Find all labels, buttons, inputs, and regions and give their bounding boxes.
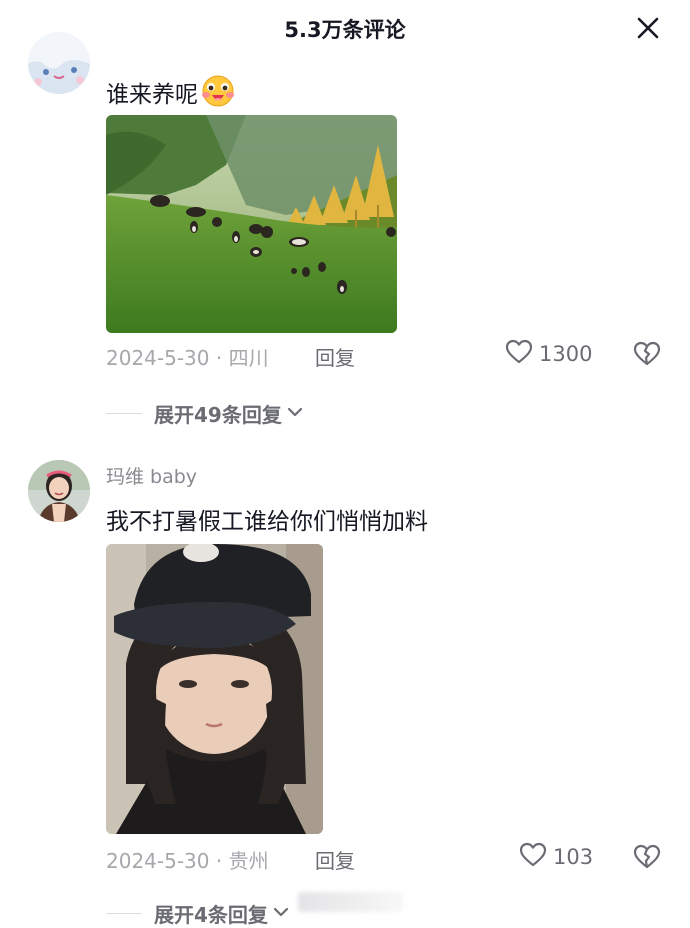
like-count: 1300: [539, 342, 593, 366]
reply-button[interactable]: 回复: [315, 845, 355, 874]
expand-replies-label: 展开49条回复: [154, 402, 282, 427]
chevron-down-icon: [286, 404, 304, 423]
meadow-with-grazing-yaks-photo[interactable]: [106, 115, 397, 333]
comment-count-title: 5.3万条评论: [284, 18, 406, 42]
comment-date-location: 2024-5-30 · 四川: [106, 346, 269, 370]
expand-replies-button[interactable]: 展开4条回复: [106, 898, 290, 928]
comment-text-content: 谁来养呢: [106, 82, 198, 108]
avatar[interactable]: [28, 32, 90, 94]
divider-line: [106, 912, 142, 914]
girl-in-black-cap-selfie-photo[interactable]: [106, 544, 323, 834]
expand-replies-label: 展开4条回复: [154, 902, 268, 927]
reply-button[interactable]: 回复: [315, 342, 355, 371]
watermark-overlay: [298, 892, 403, 912]
comments-header: 5.3万条评论: [0, 0, 690, 56]
comment-date-location: 2024-5-30 · 贵州: [106, 849, 269, 873]
heart-outline-icon: [505, 339, 533, 369]
like-count: 103: [553, 845, 594, 869]
like-button[interactable]: 1300: [505, 339, 592, 369]
close-icon[interactable]: [632, 12, 664, 44]
broken-heart-icon[interactable]: [632, 340, 662, 370]
blush-face-emoji-icon: [200, 74, 236, 114]
comment-text: 我不打暑假工谁给你们悄悄加料: [106, 509, 428, 535]
divider-line: [106, 412, 142, 414]
expand-replies-button[interactable]: 展开49条回复: [106, 398, 304, 428]
comment-username[interactable]: 玛维 baby: [106, 462, 197, 489]
heart-outline-icon: [519, 842, 547, 872]
broken-heart-icon[interactable]: [632, 843, 662, 873]
comment-text: 谁来养呢: [106, 74, 236, 114]
like-button[interactable]: 103: [519, 842, 593, 872]
avatar[interactable]: [28, 460, 90, 522]
